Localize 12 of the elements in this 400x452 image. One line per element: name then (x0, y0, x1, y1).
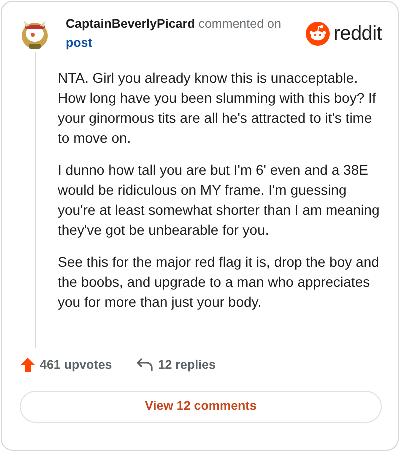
comment-paragraph: See this for the major red flag it is, drop the boy and the boobs, and upgrade to a man who appreciates you for more than just your body. (58, 253, 380, 312)
comment-paragraph: NTA. Girl you already know this is unacceptable. How long have you been slumming with this boy? If your ginormous tits are all he's attracted to it's time to move on. (58, 69, 378, 148)
logo-text: reddit (334, 24, 382, 44)
logo-icon (306, 22, 330, 46)
reply-count: 12 replies (158, 357, 216, 374)
reply-icon[interactable] (136, 357, 154, 374)
upvote-icon[interactable] (20, 357, 36, 374)
upvote-count: 461 upvotes (40, 357, 112, 374)
view-comments-button[interactable]: View 12 comments (20, 390, 382, 423)
comment-paragraph: I dunno how tall you are but I'm 6' even and a 38E would be ridiculous on MY frame. I'm guessing you're at least somewhat shorter than I am meaning they've got be unbearable for you. (58, 161, 381, 240)
comment-header: CaptainBeverlyPicard commented on post (66, 16, 282, 52)
post-link[interactable]: post (66, 36, 92, 50)
